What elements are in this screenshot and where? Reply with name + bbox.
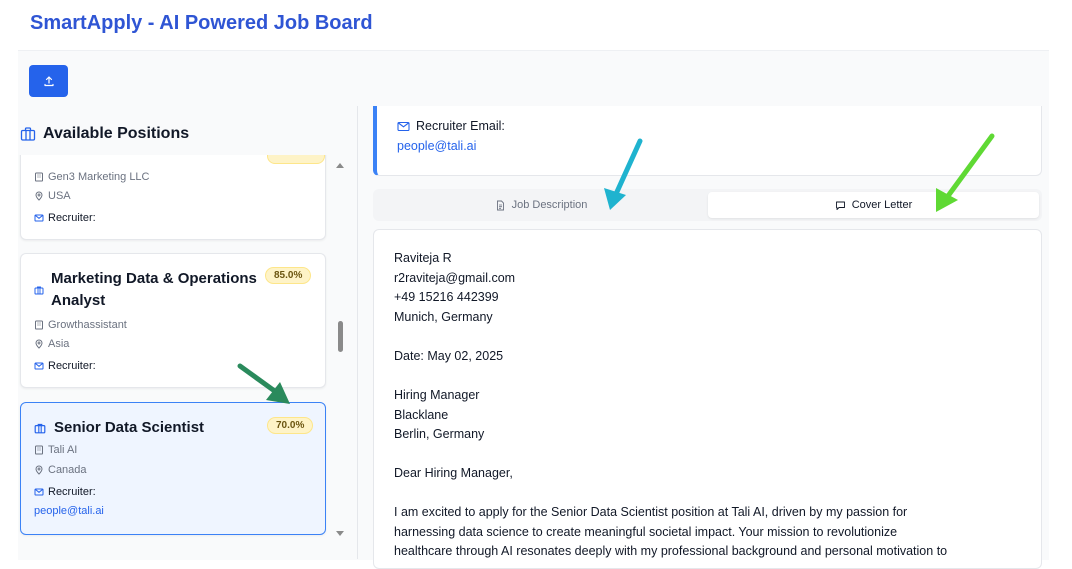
job-card-marketing-data[interactable]: Marketing Data & Operations Analyst 85.0… (20, 253, 326, 388)
document-icon (496, 200, 504, 210)
letter-line: Dear Hiring Manager, (394, 466, 513, 480)
cover-letter-content: Raviteja R r2raviteja@gmail.com +49 1521… (373, 229, 1042, 569)
letter-line: r2raviteja@gmail.com (394, 271, 516, 285)
recruiter-email-value[interactable]: people@tali.ai (397, 139, 476, 153)
section-title-label: Available Positions (43, 125, 190, 142)
company-row: Gen3 Marketing LLC (34, 171, 150, 183)
company-name: Gen3 Marketing LLC (48, 171, 150, 183)
panel-divider (357, 106, 358, 559)
upload-icon (43, 76, 54, 87)
tab-cover-letter[interactable]: Cover Letter (708, 192, 1039, 218)
location-row: USA (34, 190, 71, 202)
available-positions-heading: Available Positions (20, 125, 189, 143)
location-name: Asia (48, 338, 70, 350)
job-title-line2: Analyst (51, 292, 106, 309)
job-card-gen3[interactable]: Gen3 Marketing LLC USA Recruiter: (20, 155, 326, 240)
job-list[interactable]: Gen3 Marketing LLC USA Recruiter: Market… (0, 155, 332, 559)
letter-line: Hiring Manager (394, 388, 480, 402)
location-name: Canada (48, 464, 87, 476)
letter-line: Blacklane (394, 408, 449, 422)
letter-line: harnessing data science to create meanin… (394, 525, 898, 539)
map-pin-icon (35, 339, 43, 349)
scroll-thumb[interactable] (338, 321, 343, 352)
briefcase-icon (34, 286, 44, 295)
recruiter-row: Recruiter: (34, 360, 96, 372)
company-row: Growthassistant (34, 319, 127, 331)
letter-line: +49 15216 442399 (394, 290, 499, 304)
mail-icon (34, 214, 44, 222)
building-icon (35, 445, 43, 455)
tab-label: Job Description (511, 199, 588, 211)
company-name: Tali AI (48, 444, 78, 456)
job-card-senior-data-scientist[interactable]: Senior Data Scientist 70.0% Tali AI Cana… (20, 402, 326, 535)
recruiter-label: Recruiter: (48, 360, 96, 372)
letter-line: I am excited to apply for the Senior Dat… (394, 505, 908, 519)
scroll-up-arrow[interactable] (336, 163, 344, 168)
location-row: Canada (34, 464, 87, 476)
upload-button[interactable] (29, 65, 68, 97)
tab-job-description[interactable]: Job Description (376, 192, 706, 218)
tab-label: Cover Letter (851, 199, 913, 211)
building-icon (35, 320, 43, 330)
map-pin-icon (35, 465, 43, 475)
briefcase-icon (34, 423, 46, 434)
building-icon (35, 172, 43, 182)
location-name: USA (48, 190, 71, 202)
recruiter-email-label-row: Recruiter Email: (397, 119, 505, 133)
app-title: SmartApply - AI Powered Job Board (30, 12, 373, 34)
letter-line: Raviteja R (394, 251, 452, 265)
letter-line: Munich, Germany (394, 310, 493, 324)
detail-tabs: Job Description Cover Letter (373, 189, 1042, 221)
map-pin-icon (35, 191, 43, 201)
recruiter-row: Recruiter: (34, 212, 96, 224)
mail-icon (34, 488, 44, 496)
message-square-icon (835, 201, 845, 210)
job-title-line1: Marketing Data & Operations (51, 270, 257, 287)
mail-icon (34, 362, 44, 370)
company-row: Tali AI (34, 444, 77, 456)
mail-icon (397, 121, 410, 131)
company-name: Growthassistant (48, 319, 127, 331)
match-score-badge: 85.0% (265, 267, 312, 284)
recruiter-label: Recruiter: (48, 486, 96, 498)
recruiter-email-link[interactable]: people@tali.ai (34, 505, 104, 517)
letter-line: Date: May 02, 2025 (394, 349, 504, 363)
match-score-badge: 70.0% (267, 417, 314, 434)
briefcase-icon (20, 127, 36, 141)
job-list-scrollbar[interactable] (333, 155, 347, 559)
recruiter-info-card: Recruiter Email: people@tali.ai (373, 106, 1042, 176)
job-title: Marketing Data & Operations Analyst (51, 268, 257, 312)
recruiter-row: Recruiter: (34, 486, 96, 498)
location-row: Asia (34, 338, 69, 350)
recruiter-label: Recruiter: (48, 212, 96, 224)
scroll-down-arrow[interactable] (336, 531, 344, 536)
job-title: Senior Data Scientist (54, 419, 205, 436)
recruiter-email-label: Recruiter Email: (416, 119, 505, 133)
match-score-badge (267, 155, 325, 164)
letter-line: Berlin, Germany (394, 427, 485, 441)
